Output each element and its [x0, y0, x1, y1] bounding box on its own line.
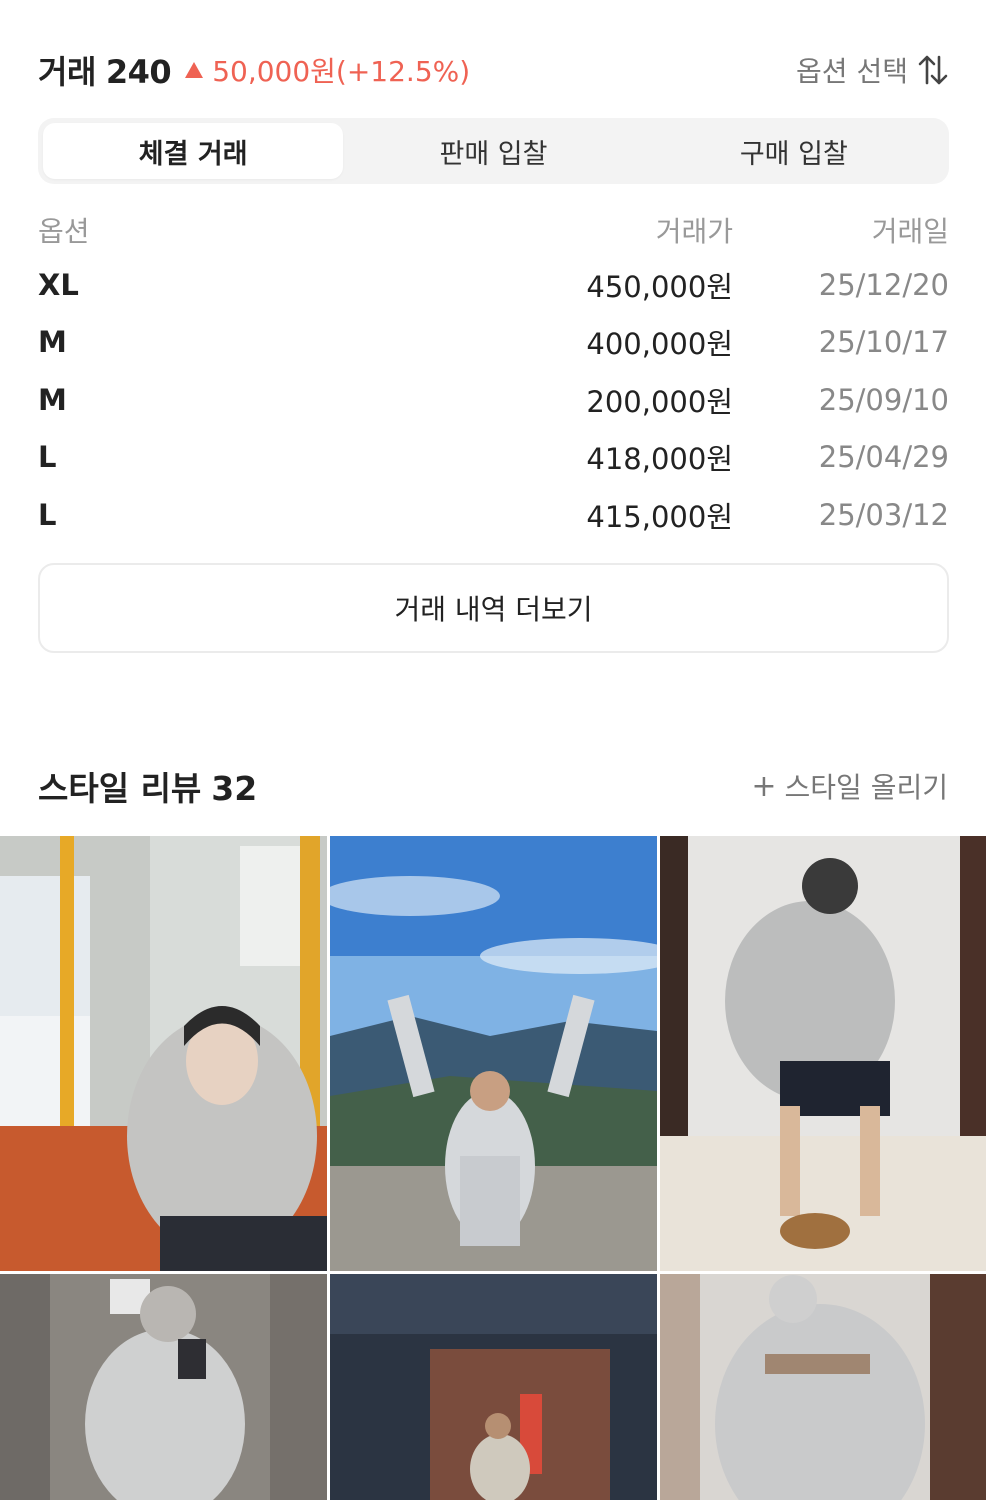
trade-header: 거래 240 50,000원(+12.5%) 옵션 선택 [38, 42, 948, 98]
style-review-title: 스타일 리뷰 32 [38, 762, 257, 810]
row-price: 200,000원 [586, 384, 733, 419]
row-price: 418,000원 [586, 442, 733, 477]
row-option: L [38, 440, 57, 475]
style-photo[interactable] [330, 836, 657, 1271]
row-option: XL [38, 267, 79, 302]
style-photo[interactable] [0, 836, 327, 1271]
row-price: 415,000원 [586, 499, 733, 534]
interior-photo-image [330, 1274, 657, 1500]
table-row: L 415,000원 25/03/12 [38, 486, 949, 544]
row-date: 25/09/10 [818, 382, 949, 417]
row-option: M [38, 382, 67, 417]
row-date: 25/12/20 [818, 267, 949, 302]
price-change-text: 50,000원(+12.5%) [212, 55, 471, 88]
trade-tabs: 체결 거래 판매 입찰 구매 입찰 [38, 118, 949, 184]
more-trades-button[interactable]: 거래 내역 더보기 [38, 563, 949, 653]
header-option: 옵션 [38, 215, 90, 248]
row-price: 450,000원 [586, 269, 733, 304]
triangle-up-icon [185, 62, 204, 78]
style-photo[interactable] [0, 1274, 327, 1500]
row-date: 25/03/12 [818, 497, 949, 532]
plus-icon: + [751, 768, 777, 804]
row-option: L [38, 497, 57, 532]
table-header: 옵션 거래가 거래일 [38, 204, 949, 256]
header-date: 거래일 [871, 215, 949, 248]
upload-style-label: 스타일 올리기 [784, 771, 948, 804]
table-row: XL 450,000원 25/12/20 [38, 256, 949, 314]
style-photo[interactable] [660, 1274, 986, 1500]
row-price: 400,000원 [586, 327, 733, 362]
upload-style-button[interactable]: + 스타일 올리기 [751, 766, 948, 806]
mountain-photo-image [330, 836, 657, 1271]
style-photo-grid [0, 836, 986, 1500]
tab-sell-bids[interactable]: 판매 입찰 [343, 123, 643, 179]
subway-photo-image [0, 836, 327, 1271]
table-row: M 200,000원 25/09/10 [38, 371, 949, 429]
style-review-header: 스타일 리뷰 32 + 스타일 올리기 [38, 760, 948, 812]
tab-buy-bids[interactable]: 구매 입찰 [644, 123, 944, 179]
mirror-photo-image [660, 836, 986, 1271]
sort-arrows-icon [918, 55, 948, 85]
row-option: M [38, 325, 67, 360]
style-review-count: 32 [211, 769, 258, 808]
table-row: L 418,000원 25/04/29 [38, 429, 949, 487]
trade-count: 240 [105, 53, 172, 91]
trade-title-label: 거래 [38, 53, 96, 91]
option-select-button[interactable]: 옵션 선택 [796, 50, 948, 90]
hoodie-photo-image [660, 1274, 986, 1500]
trade-table: 옵션 거래가 거래일 XL 450,000원 25/12/20 M 400,00… [38, 204, 949, 544]
trade-title: 거래 240 [38, 47, 172, 93]
style-photo[interactable] [330, 1274, 657, 1500]
style-photo[interactable] [660, 836, 986, 1271]
price-change: 50,000원(+12.5%) [185, 50, 470, 90]
row-date: 25/10/17 [818, 325, 949, 360]
elevator-photo-image [0, 1274, 327, 1500]
style-review-label: 스타일 리뷰 [38, 769, 202, 808]
table-row: M 400,000원 25/10/17 [38, 314, 949, 372]
tab-completed-trades[interactable]: 체결 거래 [43, 123, 344, 179]
option-select-label: 옵션 선택 [796, 55, 908, 88]
header-price: 거래가 [655, 215, 733, 248]
row-date: 25/04/29 [818, 440, 949, 475]
